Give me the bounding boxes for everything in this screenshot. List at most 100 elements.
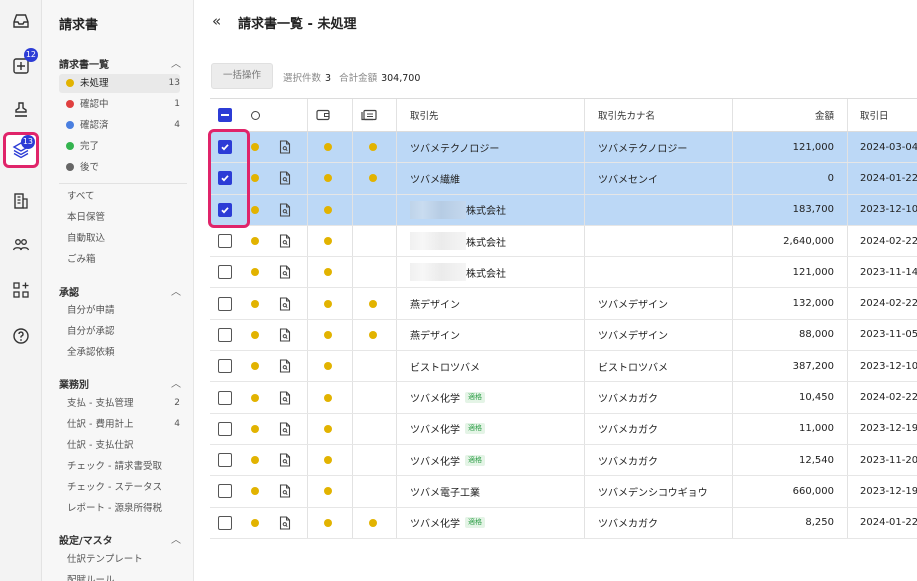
- table-row[interactable]: ツバメ化学 適格 ツバメカガク 8,250 2024-01-22: [210, 507, 917, 539]
- document-preview-icon[interactable]: [279, 195, 295, 225]
- row-checkbox[interactable]: [218, 351, 248, 381]
- date-cell: 2024-02-22: [860, 392, 917, 404]
- document-preview-icon[interactable]: [279, 257, 295, 287]
- row-checkbox[interactable]: [218, 320, 248, 350]
- status-dot-icon: [251, 445, 265, 475]
- column-header-kana[interactable]: 取引先カナ名: [598, 99, 728, 131]
- document-preview-icon[interactable]: [279, 132, 295, 162]
- table-row[interactable]: ツバメテクノロジー ツバメテクノロジー 121,000 2024-03-04: [210, 132, 917, 164]
- document-preview-icon[interactable]: [279, 226, 295, 256]
- row-checkbox[interactable]: [218, 257, 248, 287]
- section-approval[interactable]: 承認 ︿: [59, 284, 187, 299]
- document-preview-icon[interactable]: [279, 476, 295, 506]
- date-cell: 2023-11-05: [860, 329, 917, 341]
- building-icon[interactable]: [3, 183, 39, 219]
- sidebar-item[interactable]: 配賦ルール: [59, 571, 180, 581]
- sidebar-item-status[interactable]: 確認中 1: [59, 95, 180, 114]
- chevron-up-icon: ︿: [171, 379, 181, 390]
- sidebar-item[interactable]: 自分が申請: [59, 301, 180, 320]
- table-row[interactable]: ツバメ化学 適格 ツバメカガク 12,540 2023-11-20: [210, 444, 917, 477]
- document-preview-icon[interactable]: [279, 320, 295, 350]
- bulk-action-button[interactable]: 一括操作: [211, 63, 273, 89]
- document-preview-icon[interactable]: [279, 382, 295, 412]
- table-row[interactable]: 株式会社 183,700 2023-12-10: [210, 194, 917, 226]
- table-row[interactable]: 燕デザイン ツバメデザイン 88,000 2023-11-05: [210, 319, 917, 352]
- column-header-amount[interactable]: 金額: [740, 99, 834, 131]
- sidebar-item-status[interactable]: 完了: [59, 137, 180, 156]
- table-row[interactable]: ビストロツバメ ビストロツバメ 387,200 2023-12-10: [210, 351, 917, 383]
- table-row[interactable]: ツバメ化学 適格 ツバメカガク 10,450 2024-02-22: [210, 382, 917, 414]
- amount-cell: 2,640,000: [783, 235, 834, 247]
- table-row[interactable]: 燕デザイン ツバメデザイン 132,000 2024-02-22: [210, 288, 917, 320]
- collapse-sidebar-icon[interactable]: «: [212, 12, 221, 30]
- row-checkbox[interactable]: [218, 414, 248, 444]
- plus-box-icon[interactable]: 12: [3, 48, 39, 84]
- table-row[interactable]: 株式会社 121,000 2023-11-14: [210, 257, 917, 289]
- sidebar-item-status[interactable]: 未処理 13: [59, 74, 180, 93]
- row-checkbox[interactable]: [218, 132, 248, 162]
- sidebar-item[interactable]: 仕訳 - 支払仕訳: [59, 436, 180, 455]
- document-preview-icon[interactable]: [279, 508, 295, 538]
- people-icon[interactable]: [3, 227, 39, 263]
- row-checkbox[interactable]: [218, 288, 248, 318]
- row-checkbox[interactable]: [218, 195, 248, 225]
- status-dot-icon: [251, 195, 265, 225]
- date-cell: 2023-12-19: [860, 423, 917, 435]
- section-settings[interactable]: 設定/マスタ ︿: [59, 532, 187, 547]
- vendor-name: ツバメ化学: [410, 519, 460, 531]
- sidebar-item[interactable]: 支払 - 支払管理 2: [59, 394, 180, 413]
- section-business[interactable]: 業務別 ︿: [59, 376, 187, 391]
- main-content: « 請求書一覧 - 未処理 一括操作 選択件数 3 合計金額 304,700 取引先: [194, 0, 917, 581]
- payment-status-dot: [324, 508, 338, 538]
- row-checkbox[interactable]: [218, 508, 248, 538]
- column-header-date[interactable]: 取引日: [860, 99, 917, 131]
- sidebar-item[interactable]: チェック - 請求書受取: [59, 457, 180, 476]
- sidebar-item[interactable]: 自動取込: [59, 229, 180, 248]
- layers-icon[interactable]: 13: [3, 132, 39, 168]
- sidebar-item[interactable]: ごみ箱: [59, 250, 180, 269]
- document-preview-icon[interactable]: [279, 414, 295, 444]
- stamp-icon[interactable]: [3, 92, 39, 128]
- payment-status-dot: [324, 351, 338, 381]
- section-invoice-list[interactable]: 請求書一覧 ︿: [59, 56, 187, 71]
- table-row[interactable]: ツバメ電子工業 ツバメデンシコウギョウ 660,000 2023-12-19: [210, 476, 917, 508]
- sidebar-item[interactable]: 自分が承認: [59, 322, 180, 341]
- document-preview-icon[interactable]: [279, 163, 295, 193]
- table-header: 取引先 取引先カナ名 金額 取引日: [210, 98, 917, 132]
- vendor-cell: ツバメ化学 適格: [410, 414, 580, 444]
- date-cell: 2024-03-04: [860, 141, 917, 153]
- sidebar-item[interactable]: 全承認依頼: [59, 343, 180, 362]
- sidebar-item[interactable]: チェック - ステータス: [59, 478, 180, 497]
- help-icon[interactable]: [3, 318, 39, 354]
- sidebar-item[interactable]: 仕訳 - 費用計上 4: [59, 415, 180, 434]
- row-checkbox[interactable]: [218, 382, 248, 412]
- document-preview-icon[interactable]: [279, 445, 295, 475]
- sidebar-item[interactable]: 仕訳テンプレート: [59, 550, 180, 569]
- vendor-name: 燕デザイン: [410, 300, 460, 312]
- table-row[interactable]: ツバメ繊維 ツバメセンイ 0 2024-01-22: [210, 163, 917, 195]
- sidebar-item-status[interactable]: 確認済 4: [59, 116, 180, 135]
- row-checkbox[interactable]: [218, 226, 248, 256]
- notification-badge: 12: [23, 48, 38, 62]
- sidebar-item-status[interactable]: 後で: [59, 158, 180, 177]
- row-checkbox[interactable]: [218, 445, 248, 475]
- total-amount-label: 合計金額: [339, 73, 378, 84]
- chevron-up-icon: ︿: [171, 59, 181, 70]
- inbox-icon[interactable]: [3, 3, 39, 39]
- apps-icon[interactable]: [3, 272, 39, 308]
- section-label: 設定/マスタ: [59, 536, 113, 547]
- column-header-vendor[interactable]: 取引先: [410, 99, 560, 131]
- table-row[interactable]: ツバメ化学 適格 ツバメカガク 11,000 2023-12-19: [210, 413, 917, 445]
- sidebar-item[interactable]: 本日保管: [59, 208, 180, 227]
- document-preview-icon[interactable]: [279, 288, 295, 318]
- chevron-up-icon: ︿: [171, 287, 181, 298]
- selected-count-value: 3: [325, 73, 332, 84]
- sidebar-item[interactable]: すべて: [59, 187, 180, 206]
- document-preview-icon[interactable]: [279, 351, 295, 381]
- table-row[interactable]: 株式会社 2,640,000 2024-02-22: [210, 225, 917, 258]
- select-all-checkbox[interactable]: [218, 99, 248, 131]
- row-checkbox[interactable]: [218, 476, 248, 506]
- amount-cell: 12,540: [799, 454, 834, 466]
- row-checkbox[interactable]: [218, 163, 248, 193]
- sidebar-item[interactable]: レポート - 源泉所得税: [59, 499, 180, 518]
